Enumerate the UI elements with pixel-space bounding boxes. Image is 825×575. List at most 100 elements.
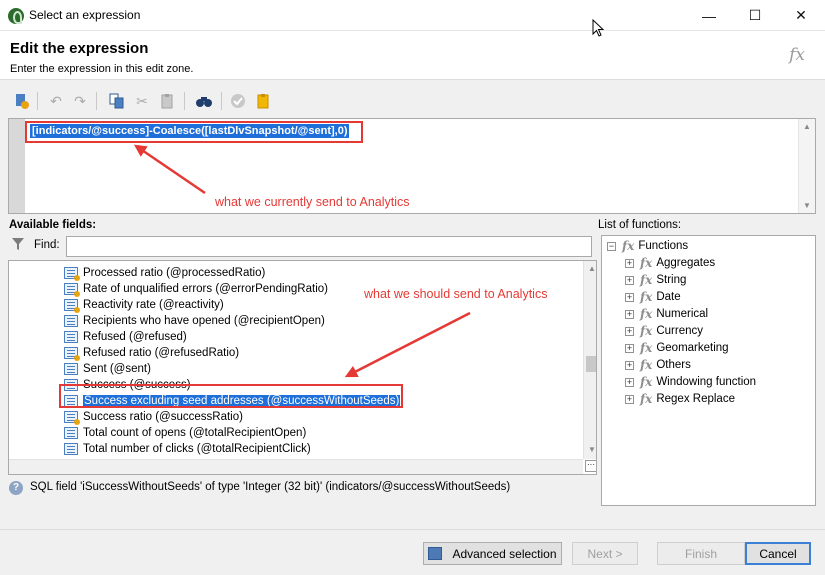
field-list-item[interactable]: Refused (@refused) [64, 329, 187, 345]
fx-icon: fx [640, 290, 653, 304]
button-label: Advanced selection [452, 546, 557, 561]
insert-field-icon[interactable] [12, 91, 32, 111]
advanced-selection-icon [428, 547, 443, 560]
footer-divider [0, 529, 825, 530]
maximize-button[interactable]: ☐ [732, 0, 778, 31]
expand-icon[interactable]: + [625, 394, 634, 404]
calculated-field-icon [64, 411, 80, 425]
fx-icon: fx [789, 45, 805, 65]
annotation-should: what we should send to Analytics [364, 287, 548, 301]
tree-label: Currency [656, 325, 703, 337]
collapse-icon[interactable]: − [607, 241, 616, 251]
tree-item-function-group[interactable]: + fx Geomarketing [625, 340, 729, 356]
field-list-item[interactable]: Recipients who have opened (@recipientOp… [64, 313, 325, 329]
field-list-item[interactable]: Total count of opens (@totalRecipientOpe… [64, 425, 306, 441]
fx-icon: fx [640, 273, 653, 287]
tree-root-functions[interactable]: − fx Functions [607, 238, 688, 254]
field-list-item[interactable]: Total number of clicks (@totalRecipientC… [64, 441, 311, 457]
functions-tree[interactable]: − fx Functions + fx Aggregates + fx String + fx… [601, 235, 816, 506]
expand-icon[interactable]: + [625, 309, 634, 319]
fx-icon: fx [640, 358, 653, 372]
finish-button[interactable]: Finish [657, 542, 745, 565]
fx-icon: fx [640, 324, 653, 338]
annotation-box-should [59, 384, 403, 408]
scroll-up-icon[interactable]: ▲ [588, 264, 596, 273]
field-icon [64, 315, 78, 327]
find-input[interactable] [66, 236, 592, 257]
field-icon [64, 331, 78, 343]
tree-item-function-group[interactable]: + fx Currency [625, 323, 703, 339]
field-label: Refused (@refused) [83, 331, 187, 343]
undo-icon[interactable]: ↶ [46, 91, 66, 111]
tree-item-function-group[interactable]: + fx Windowing function [625, 374, 756, 390]
next-button[interactable]: Next > [572, 542, 638, 565]
fx-icon: fx [640, 375, 653, 389]
tree-label: Geomarketing [656, 342, 729, 354]
tree-item-function-group[interactable]: + fx Aggregates [625, 255, 715, 271]
expand-icon[interactable]: + [625, 343, 634, 353]
tree-label: String [656, 274, 687, 286]
field-list-item[interactable]: Success ratio (@successRatio) [64, 409, 243, 425]
fx-icon: fx [622, 239, 635, 253]
calculated-field-icon [64, 347, 80, 361]
functions-label: List of functions: [598, 219, 682, 231]
scroll-down-icon[interactable]: ▼ [803, 201, 811, 210]
field-list-item[interactable]: Rate of unqualified errors (@errorPendin… [64, 281, 328, 297]
field-list-item[interactable]: Reactivity rate (@reactivity) [64, 297, 224, 313]
expand-icon[interactable]: + [625, 377, 634, 387]
tree-label: Aggregates [656, 257, 716, 269]
window-title: Select an expression [29, 8, 141, 22]
field-label: Refused ratio (@refusedRatio) [83, 347, 240, 359]
advanced-selection-button[interactable]: Advanced selection [423, 542, 562, 565]
calculated-field-icon [64, 299, 80, 313]
tree-item-function-group[interactable]: + fx Date [625, 289, 681, 305]
fx-icon: fx [640, 392, 653, 406]
paste-icon[interactable] [157, 91, 177, 111]
expand-icon[interactable]: + [625, 326, 634, 336]
calculated-field-icon [64, 267, 80, 281]
field-label: Reactivity rate (@reactivity) [83, 299, 224, 311]
tree-item-function-group[interactable]: + fx Regex Replace [625, 391, 735, 407]
cancel-button[interactable]: Cancel [745, 542, 811, 565]
calculated-field-icon [64, 283, 80, 297]
fields-horizontal-scrollbar[interactable] [9, 459, 583, 474]
field-label: Total count of opens (@totalRecipientOpe… [83, 427, 307, 439]
field-label: Recipients who have opened (@recipientOp… [83, 315, 325, 327]
tree-label: Windowing function [656, 376, 757, 388]
field-icon [64, 427, 78, 439]
check-syntax-icon[interactable] [228, 91, 248, 111]
expand-icon[interactable]: + [625, 292, 634, 302]
field-list-item[interactable]: Processed ratio (@processedRatio) [64, 265, 265, 281]
expand-icon[interactable]: + [625, 258, 634, 268]
field-list-item[interactable]: Sent (@sent) [64, 361, 151, 377]
redo-icon[interactable]: ↷ [70, 91, 90, 111]
tree-label: Date [656, 291, 681, 303]
close-button[interactable]: ✕ [778, 0, 824, 31]
tree-item-function-group[interactable]: + fx Numerical [625, 306, 708, 322]
scroll-thumb[interactable] [586, 356, 596, 372]
field-list-item[interactable]: Refused ratio (@refusedRatio) [64, 345, 239, 361]
mouse-cursor-icon [592, 19, 605, 37]
editor-gutter [9, 119, 25, 213]
fx-icon: fx [640, 256, 653, 270]
find-binoculars-icon[interactable] [194, 91, 214, 111]
fields-scrollbar[interactable]: ▲ ▼ [583, 261, 596, 459]
field-icon [64, 363, 78, 375]
editor-scrollbar[interactable]: ▲ ▼ [798, 119, 815, 213]
copy-icon[interactable] [107, 91, 127, 111]
fx-icon: fx [640, 341, 653, 355]
clipboard-icon[interactable] [253, 91, 273, 111]
toolbar-separator [96, 92, 97, 110]
scroll-up-icon[interactable]: ▲ [803, 122, 811, 131]
scroll-down-icon[interactable]: ▼ [588, 445, 596, 454]
expand-icon[interactable]: + [625, 360, 634, 370]
page-title: Edit the expression [10, 40, 149, 57]
help-icon: ? [9, 481, 23, 495]
more-options-icon[interactable]: ··· [585, 460, 596, 472]
minimize-button[interactable]: — [686, 0, 732, 31]
toolbar-separator [37, 92, 38, 110]
cut-icon[interactable]: ✂ [132, 91, 152, 111]
expand-icon[interactable]: + [625, 275, 634, 285]
tree-item-function-group[interactable]: + fx String [625, 272, 686, 288]
tree-item-function-group[interactable]: + fx Others [625, 357, 691, 373]
